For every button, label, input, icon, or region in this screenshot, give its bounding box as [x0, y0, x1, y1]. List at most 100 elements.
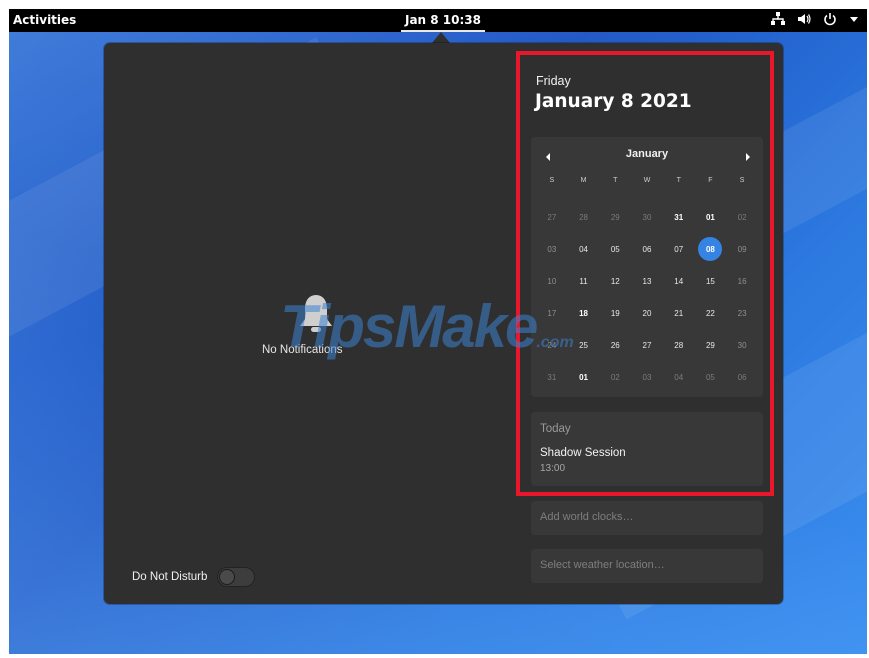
do-not-disturb-label: Do Not Disturb [132, 571, 208, 583]
power-icon[interactable] [823, 12, 837, 26]
calendar-day-number: 29 [610, 212, 620, 222]
top-bar: Activities Jan 8 10:38 [9, 9, 867, 32]
calendar-day[interactable]: 29 [695, 329, 727, 361]
calendar-day-number: 06 [642, 244, 652, 254]
clock-button[interactable]: Jan 8 10:38 [401, 9, 485, 32]
calendar-day[interactable]: 29 [599, 201, 631, 233]
weekday-header: T [613, 177, 618, 184]
calendar-day[interactable]: 09 [726, 233, 758, 265]
calendar-day[interactable]: 01 [695, 201, 727, 233]
calendar-day[interactable]: 25 [568, 329, 600, 361]
select-weather-location-button[interactable]: Select weather location… [531, 549, 763, 583]
calendar-day[interactable]: 10 [536, 265, 568, 297]
do-not-disturb-row: Do Not Disturb [132, 567, 256, 587]
calendar-day-number: 18 [579, 308, 589, 318]
calendar-day[interactable]: 27 [536, 201, 568, 233]
calendar-day-number: 31 [547, 372, 557, 382]
add-world-clocks-button[interactable]: Add world clocks… [531, 501, 763, 535]
calendar-day[interactable]: 15 [695, 265, 727, 297]
calendar-day[interactable]: 11 [568, 265, 600, 297]
calendar-day[interactable]: 17 [536, 297, 568, 329]
calendar-day[interactable]: 05 [695, 361, 727, 393]
calendar-day[interactable]: 30 [631, 201, 663, 233]
next-month-button[interactable] [739, 149, 755, 163]
calendar-day-number: 11 [579, 276, 588, 286]
system-tray[interactable] [771, 12, 859, 26]
chevron-right-icon [746, 153, 750, 161]
do-not-disturb-toggle[interactable] [217, 567, 256, 587]
date-full[interactable]: January 8 2021 [535, 91, 692, 112]
calendar-day[interactable]: 07 [663, 233, 695, 265]
calendar-day[interactable]: 22 [695, 297, 727, 329]
calendar-day[interactable]: 31 [663, 201, 695, 233]
calendar-day-selected[interactable]: 08 [695, 233, 727, 265]
calendar-day[interactable]: 05 [599, 233, 631, 265]
calendar-day[interactable]: 28 [663, 329, 695, 361]
calendar-day-number: 03 [642, 372, 652, 382]
calendar-day-number: 06 [737, 372, 747, 382]
calendar-day-number: 14 [674, 276, 684, 286]
calendar-day[interactable]: 03 [536, 233, 568, 265]
calendar-day-grid: 27 28 29 30 31 01 02 03 04 05 06 07 08 09 10 11 12 13 14 15… [536, 201, 758, 393]
volume-icon[interactable] [797, 12, 811, 26]
menu-arrow-icon[interactable] [849, 12, 859, 26]
network-icon[interactable] [771, 12, 785, 26]
weekday-header-row: S M T W T F S [536, 177, 758, 184]
calendar-day-number: 12 [610, 276, 620, 286]
calendar-day-number: 23 [737, 308, 747, 318]
calendar-day-number: 07 [674, 244, 684, 254]
events-section[interactable]: Today Shadow Session 13:00 [531, 412, 763, 486]
calendar-day[interactable]: 23 [726, 297, 758, 329]
date-weekday: Friday [536, 74, 571, 88]
notification-list: No Notifications Do Not Disturb [104, 43, 518, 604]
calendar-day-number: 24 [547, 340, 557, 350]
calendar-day[interactable]: 31 [536, 361, 568, 393]
weekday-header: S [739, 177, 745, 184]
calendar-day[interactable]: 13 [631, 265, 663, 297]
event-time: 13:00 [540, 463, 566, 474]
calendar-day-number: 21 [674, 308, 684, 318]
no-notifications-label: No Notifications [262, 344, 343, 356]
calendar-day[interactable]: 19 [599, 297, 631, 329]
calendar-day[interactable]: 26 [599, 329, 631, 361]
calendar-day[interactable]: 27 [631, 329, 663, 361]
calendar-day[interactable]: 28 [568, 201, 600, 233]
activities-button[interactable]: Activities [13, 13, 76, 27]
calendar-day[interactable]: 12 [599, 265, 631, 297]
calendar-day[interactable]: 24 [536, 329, 568, 361]
calendar-day-number: 08 [698, 237, 723, 261]
weekday-header: S [549, 177, 555, 184]
calendar-day-number: 27 [642, 340, 652, 350]
calendar-day[interactable]: 06 [631, 233, 663, 265]
calendar-day[interactable]: 02 [599, 361, 631, 393]
weekday-header: W [643, 177, 651, 184]
calendar-day[interactable]: 02 [726, 201, 758, 233]
event-title: Shadow Session [540, 447, 626, 459]
calendar-day-number: 13 [642, 276, 652, 286]
calendar-day-number: 28 [579, 212, 589, 222]
calendar-day[interactable]: 20 [631, 297, 663, 329]
calendar-day-number: 31 [674, 212, 684, 222]
calendar-day[interactable]: 30 [726, 329, 758, 361]
calendar-day[interactable]: 06 [726, 361, 758, 393]
calendar-day-number: 26 [610, 340, 620, 350]
calendar-day-number: 02 [610, 372, 620, 382]
weekday-header: T [676, 177, 681, 184]
weekday-header: M [580, 177, 587, 184]
calendar-day[interactable]: 04 [568, 233, 600, 265]
calendar-day-number: 10 [547, 276, 557, 286]
calendar-header: January [531, 145, 763, 165]
events-section-title: Today [540, 423, 571, 435]
calendar-day[interactable]: 16 [726, 265, 758, 297]
calendar-day-number: 28 [674, 340, 684, 350]
calendar-day[interactable]: 21 [663, 297, 695, 329]
calendar-month-label: January [625, 148, 669, 160]
calendar-day[interactable]: 01 [568, 361, 600, 393]
calendar-day-number: 05 [705, 372, 715, 382]
calendar-day-number: 25 [579, 340, 589, 350]
calendar-day[interactable]: 14 [663, 265, 695, 297]
calendar-day[interactable]: 03 [631, 361, 663, 393]
calendar-day[interactable]: 18 [568, 297, 600, 329]
calendar-day-number: 04 [674, 372, 684, 382]
calendar-day[interactable]: 04 [663, 361, 695, 393]
